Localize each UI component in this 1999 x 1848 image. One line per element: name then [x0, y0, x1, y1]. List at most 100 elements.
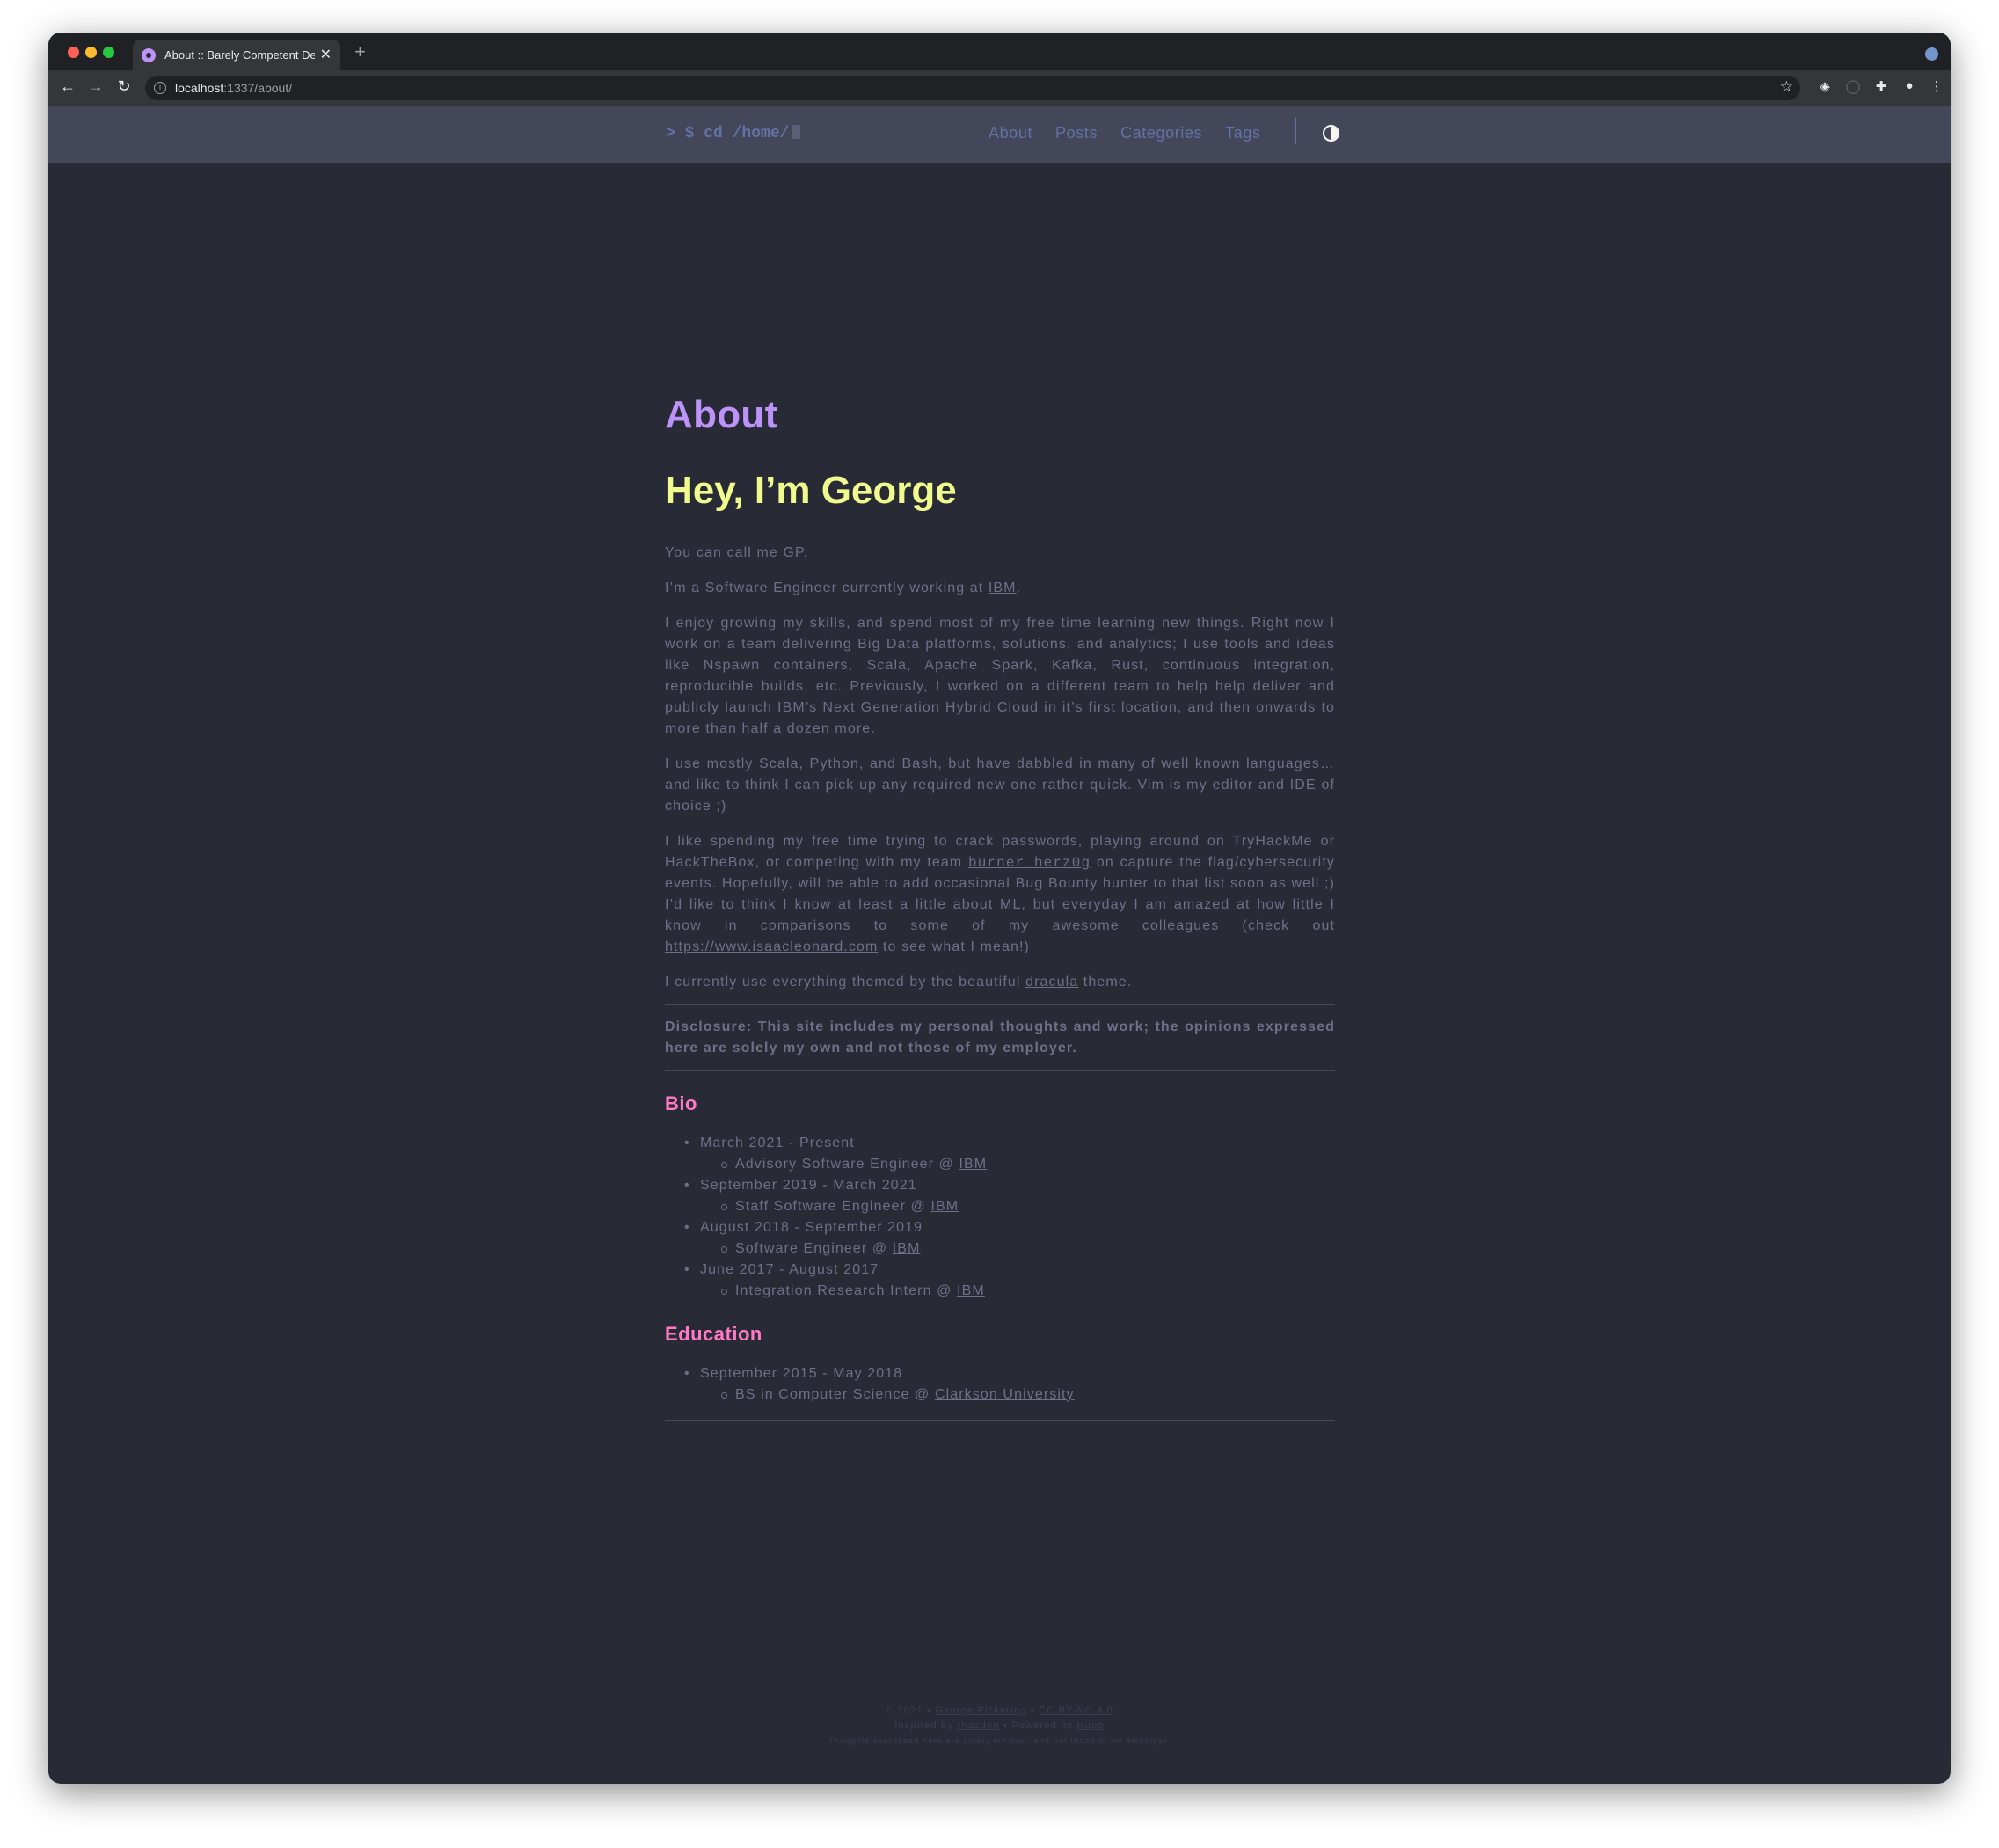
menu-posts[interactable]: Posts — [1055, 124, 1098, 142]
list-item: August 2018 - September 2019 Software En… — [684, 1217, 1335, 1260]
browser-tab[interactable]: About :: Barely Competent Dev ✕ — [133, 40, 340, 70]
list-item: Software Engineer @ IBM — [719, 1238, 1335, 1260]
divider — [665, 1420, 1335, 1421]
page-title: About — [665, 393, 778, 436]
bookmark-star-icon[interactable]: ☆ — [1780, 78, 1793, 96]
minimize-window-button[interactable] — [85, 47, 97, 58]
site-info-icon[interactable]: i — [154, 82, 166, 94]
list-item: Integration Research Intern @ IBM — [719, 1281, 1335, 1302]
paragraph-callme: You can call me GP. — [665, 545, 809, 560]
logo-text: > $ cd /home/ — [666, 125, 790, 142]
ibm-link[interactable]: IBM — [930, 1199, 959, 1214]
menu-about[interactable]: About — [989, 124, 1032, 142]
browser-toolbar: ← → ↻ i localhost:1337/about/ ☆ ◈ ◯ ✚ ● … — [48, 70, 1951, 106]
text: I’m a Software Engineer currently workin… — [665, 581, 989, 595]
clarkson-link[interactable]: Clarkson University — [935, 1387, 1075, 1402]
isaacleonard-link[interactable]: https://www.isaacleonard.com — [665, 939, 878, 954]
profile-avatar-icon[interactable]: ● — [1901, 78, 1918, 96]
reload-icon[interactable]: ↻ — [113, 77, 135, 96]
browser-window: About :: Barely Competent Dev ✕ + ← → ↻ … — [48, 33, 1951, 1784]
extensions-puzzle-icon[interactable]: ✚ — [1872, 78, 1890, 96]
address-bar[interactable]: i localhost:1337/about/ ☆ — [145, 76, 1800, 100]
menu-divider — [1295, 118, 1296, 144]
team-link[interactable]: burner_herz0g — [968, 855, 1091, 871]
url-text[interactable]: localhost:1337/about/ — [175, 81, 292, 95]
site-menu: About Posts Categories Tags — [989, 124, 1284, 142]
footer-credits: Inspired by rhazdon • Powered by Hugo — [48, 1719, 1951, 1734]
list-item: Staff Software Engineer @ IBM — [719, 1196, 1335, 1217]
education-heading: Education — [665, 1323, 762, 1345]
back-arrow-icon[interactable]: ← — [57, 77, 78, 96]
menu-tags[interactable]: Tags — [1225, 124, 1260, 142]
ibm-link[interactable]: IBM — [989, 581, 1017, 595]
bio-heading: Bio — [665, 1092, 697, 1114]
text: theme. — [1078, 975, 1133, 990]
footer-copyright: © 2021 • George Pickering • CC BY-NC 4.0 — [48, 1704, 1951, 1719]
divider — [665, 1004, 1335, 1005]
list-item: March 2021 - Present Advisory Software E… — [684, 1133, 1335, 1175]
list-item: June 2017 - August 2017 Integration Rese… — [684, 1260, 1335, 1302]
text: • Powered by — [999, 1720, 1077, 1731]
bio-role: Integration Research Intern @ — [735, 1283, 958, 1298]
list-item: September 2015 - May 2018 BS in Computer… — [684, 1363, 1335, 1406]
license-link[interactable]: CC BY-NC 4.0 — [1039, 1706, 1113, 1716]
bio-period: August 2018 - September 2019 — [700, 1220, 923, 1235]
disclosure-text: Disclosure: This site includes my person… — [665, 1019, 1335, 1055]
education-period: September 2015 - May 2018 — [700, 1366, 903, 1381]
paragraph-skills: I enjoy growing my skills, and spend mos… — [665, 616, 1335, 736]
close-window-button[interactable] — [68, 47, 79, 58]
main-content: About Hey, I’m George You can call me GP… — [665, 393, 1335, 1421]
ibm-link[interactable]: IBM — [957, 1283, 985, 1298]
paragraph-free-time: I like spending my free time trying to c… — [665, 831, 1335, 958]
hugo-link[interactable]: Hugo — [1077, 1720, 1105, 1731]
tab-title: About :: Barely Competent Dev — [164, 48, 315, 62]
terminal-cursor — [792, 125, 801, 139]
tab-search-icon[interactable] — [1925, 47, 1938, 61]
divider — [665, 1070, 1335, 1071]
ibm-link[interactable]: IBM — [959, 1157, 987, 1172]
site-favicon-icon — [142, 47, 156, 62]
dracula-link[interactable]: dracula — [1025, 975, 1078, 990]
list-item: September 2019 - March 2021 Staff Softwa… — [684, 1175, 1335, 1217]
author-link[interactable]: George Pickering — [935, 1706, 1026, 1716]
rhazdon-link[interactable]: rhazdon — [958, 1720, 1000, 1731]
close-tab-icon[interactable]: ✕ — [320, 47, 332, 62]
paragraph-work: I’m a Software Engineer currently workin… — [665, 578, 1335, 599]
list-item: Advisory Software Engineer @ IBM — [719, 1154, 1335, 1175]
text: © 2021 • — [885, 1706, 936, 1716]
paragraph-theme: I currently use everything themed by the… — [665, 972, 1335, 993]
intro-heading: Hey, I’m George — [665, 469, 957, 512]
bio-role: Staff Software Engineer @ — [735, 1199, 931, 1214]
new-tab-icon[interactable]: + — [354, 40, 366, 63]
browser-menu-icon[interactable]: ⋮ — [1928, 78, 1945, 96]
menu-categories[interactable]: Categories — [1120, 124, 1202, 142]
maximize-window-button[interactable] — [103, 47, 114, 58]
extension-icon[interactable]: ◈ — [1816, 78, 1834, 96]
site-header: > $ cd /home/ About Posts Categories Tag… — [48, 106, 1951, 163]
ibm-link[interactable]: IBM — [893, 1241, 921, 1256]
bio-period: June 2017 - August 2017 — [700, 1262, 879, 1277]
bio-role: Advisory Software Engineer @ — [735, 1157, 959, 1172]
education-list: September 2015 - May 2018 BS in Computer… — [684, 1363, 1335, 1406]
text: • — [1026, 1706, 1040, 1716]
bio-period: March 2021 - Present — [700, 1136, 855, 1150]
education-degree: BS in Computer Science @ — [735, 1387, 935, 1402]
list-item: BS in Computer Science @ Clarkson Univer… — [719, 1384, 1335, 1406]
paragraph-languages: I use mostly Scala, Python, and Bash, bu… — [665, 756, 1335, 814]
bio-role: Software Engineer @ — [735, 1241, 893, 1256]
site-footer: © 2021 • George Pickering • CC BY-NC 4.0… — [48, 1704, 1951, 1749]
footer-thoughts: Thoughts expressed here are solely my ow… — [828, 1736, 1171, 1745]
site-logo[interactable]: > $ cd /home/ — [666, 125, 801, 142]
text: to see what I mean!) — [878, 939, 1030, 954]
text: I currently use everything themed by the… — [665, 975, 1026, 990]
url-host: localhost — [175, 81, 224, 95]
extension-disabled-icon[interactable]: ◯ — [1844, 78, 1862, 96]
bio-list: March 2021 - Present Advisory Software E… — [684, 1133, 1335, 1302]
theme-toggle-icon[interactable] — [1323, 125, 1339, 142]
forward-arrow-icon[interactable]: → — [85, 77, 106, 96]
tab-bar: About :: Barely Competent Dev ✕ + — [48, 33, 1951, 70]
bio-period: September 2019 - March 2021 — [700, 1178, 917, 1193]
text: Inspired by — [894, 1720, 958, 1731]
url-path: :1337/about/ — [223, 81, 293, 95]
text: . — [1016, 581, 1022, 595]
